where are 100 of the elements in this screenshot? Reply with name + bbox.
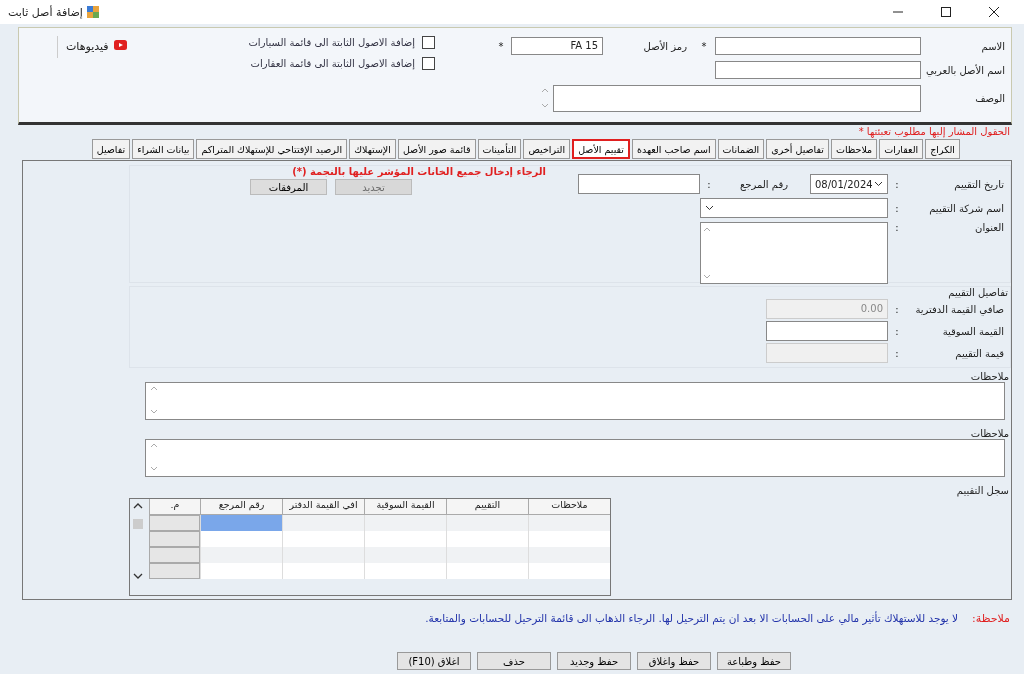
table-cell[interactable] — [528, 547, 610, 563]
maximize-icon[interactable] — [941, 7, 951, 17]
description-field[interactable] — [553, 84, 921, 112]
checkbox-label[interactable]: إضافة الاصول الثابتة الى قائمة السيارات — [248, 37, 415, 48]
action-button[interactable]: حذف — [477, 652, 551, 670]
amount-field[interactable] — [766, 321, 888, 341]
row-header[interactable] — [149, 531, 200, 547]
note-text: لا يوجد للاستهلاك تأثير مالي على الحسابات الا بعد ان يتم الترحيل لها. الرجاء الذهاب الى قائمة الترحيل للحسابات والمتابعة. — [425, 612, 959, 627]
required-mark: * — [700, 40, 708, 52]
action-button[interactable]: حفظ وجديد — [557, 652, 631, 670]
field-label: تاريخ التقييم — [953, 178, 1005, 190]
column-header[interactable]: م. — [149, 499, 200, 515]
tab[interactable]: ملاحظات — [830, 139, 878, 159]
table-cell[interactable] — [446, 515, 528, 531]
table-cell[interactable] — [528, 515, 610, 531]
action-button[interactable]: حفظ وطباعة — [717, 652, 791, 670]
required-fields-note: الحقول المشار إليها مطلوب تعبئتها * — [857, 125, 1011, 138]
tab[interactable]: التأمينات — [477, 139, 522, 159]
field-label: صافي القيمة الدفترية — [914, 303, 1005, 315]
column-header[interactable]: ملاحظات — [528, 499, 610, 515]
app-icon — [86, 6, 99, 18]
field-label: رمز الأصل — [642, 40, 688, 52]
row-header[interactable] — [149, 515, 200, 531]
company-dropdown[interactable] — [700, 198, 888, 218]
chevron-down-icon — [705, 205, 714, 211]
row-header[interactable] — [149, 547, 200, 563]
field-label: الوصف — [974, 92, 1005, 104]
tab[interactable]: الكراج — [925, 139, 960, 159]
column-header[interactable]: افي القيمة الدفتر — [282, 499, 364, 515]
table-cell[interactable] — [364, 515, 446, 531]
table-cell[interactable] — [446, 563, 528, 579]
colon: : — [894, 325, 900, 337]
field-label: القيمة السوقية — [941, 325, 1005, 337]
chevron-down-icon — [874, 181, 883, 187]
scroll-arrows-icon[interactable] — [150, 442, 158, 472]
required-mark: * — [497, 40, 505, 52]
table-cell[interactable] — [282, 531, 364, 547]
tab[interactable]: الإستهلاك — [349, 139, 396, 159]
asset-code-field[interactable]: FA 15 — [511, 37, 603, 55]
arabic-name-field[interactable] — [715, 61, 921, 79]
scroll-arrows-icon[interactable] — [132, 501, 144, 581]
table-cell[interactable] — [200, 563, 282, 579]
table-cell[interactable] — [282, 563, 364, 579]
table-cell[interactable] — [282, 515, 364, 531]
tab[interactable]: التراخيص — [523, 139, 571, 159]
notes-field[interactable] — [145, 382, 1005, 420]
table-cell[interactable] — [446, 547, 528, 563]
row-header[interactable] — [149, 563, 200, 579]
table-cell[interactable] — [446, 531, 528, 547]
checkbox-label[interactable]: إضافة الاصول الثابتة الى قائمة العقارات — [250, 58, 415, 69]
address-field[interactable] — [700, 222, 888, 284]
checkbox[interactable] — [422, 57, 435, 70]
scroll-arrows-icon[interactable] — [703, 225, 711, 281]
tab[interactable]: قائمة صور الأصل — [397, 139, 476, 159]
table-cell[interactable] — [200, 547, 282, 563]
table-cell[interactable] — [528, 531, 610, 547]
table-cell[interactable] — [364, 531, 446, 547]
tab[interactable]: تفاصيل — [91, 139, 131, 159]
field-label: رقم المرجع — [738, 178, 790, 190]
table-cell[interactable] — [282, 547, 364, 563]
action-button[interactable]: المرفقات — [250, 179, 327, 195]
colon: : — [706, 178, 712, 190]
scroll-arrows-icon[interactable] — [541, 87, 549, 109]
column-header[interactable]: القيمة السوقية — [364, 499, 446, 515]
table-cell[interactable] — [364, 547, 446, 563]
checkbox[interactable] — [422, 36, 435, 49]
field-label: العنوان — [974, 222, 1005, 233]
notes-field[interactable] — [145, 439, 1005, 477]
date-picker[interactable]: 08/01/2024 — [810, 174, 888, 194]
tab[interactable]: بيانات الشراء — [132, 139, 195, 159]
colon: : — [894, 222, 900, 233]
videos-link[interactable]: فيديوهات — [66, 40, 109, 53]
column-header[interactable]: رقم المرجع — [200, 499, 282, 515]
tab[interactable]: الرصيد الإفتتاحي للإستهلاك المتراكم — [196, 139, 348, 159]
tab[interactable]: العقارات — [879, 139, 924, 159]
table-cell[interactable] — [200, 515, 282, 531]
tab[interactable]: تقييم الأصل — [572, 139, 630, 159]
action-button[interactable]: حفظ واغلاق — [637, 652, 711, 670]
video-play-icon[interactable] — [113, 40, 127, 50]
tab[interactable]: اسم صاحب العهدة — [632, 139, 716, 159]
field-label: اسم شركة التقييم — [928, 202, 1005, 214]
colon: : — [894, 202, 900, 214]
reference-field[interactable] — [578, 174, 700, 194]
group-title: ملاحظات — [969, 428, 1010, 439]
tab[interactable]: الضمانات — [717, 139, 765, 159]
table-cell[interactable] — [364, 563, 446, 579]
group-title: تفاصيل التقييم — [947, 287, 1009, 298]
scroll-arrows-icon[interactable] — [150, 385, 158, 415]
name-field[interactable] — [715, 37, 921, 55]
table-cell[interactable] — [200, 531, 282, 547]
close-icon[interactable] — [989, 7, 999, 17]
table-cell[interactable] — [528, 563, 610, 579]
column-header[interactable]: التقييم — [446, 499, 528, 515]
action-button[interactable]: اغلاق (F10) — [397, 652, 471, 670]
colon: : — [894, 303, 900, 315]
window-title: إضافة أصل ثابت — [8, 5, 83, 19]
warning-message: الرجاء إدخال جميع الخانات المؤشر عليها بالنجمة (*) — [291, 166, 547, 177]
tab[interactable]: تفاصيل أخرى — [766, 139, 829, 159]
colon: : — [894, 347, 900, 359]
field-label: الاسم — [980, 40, 1005, 52]
